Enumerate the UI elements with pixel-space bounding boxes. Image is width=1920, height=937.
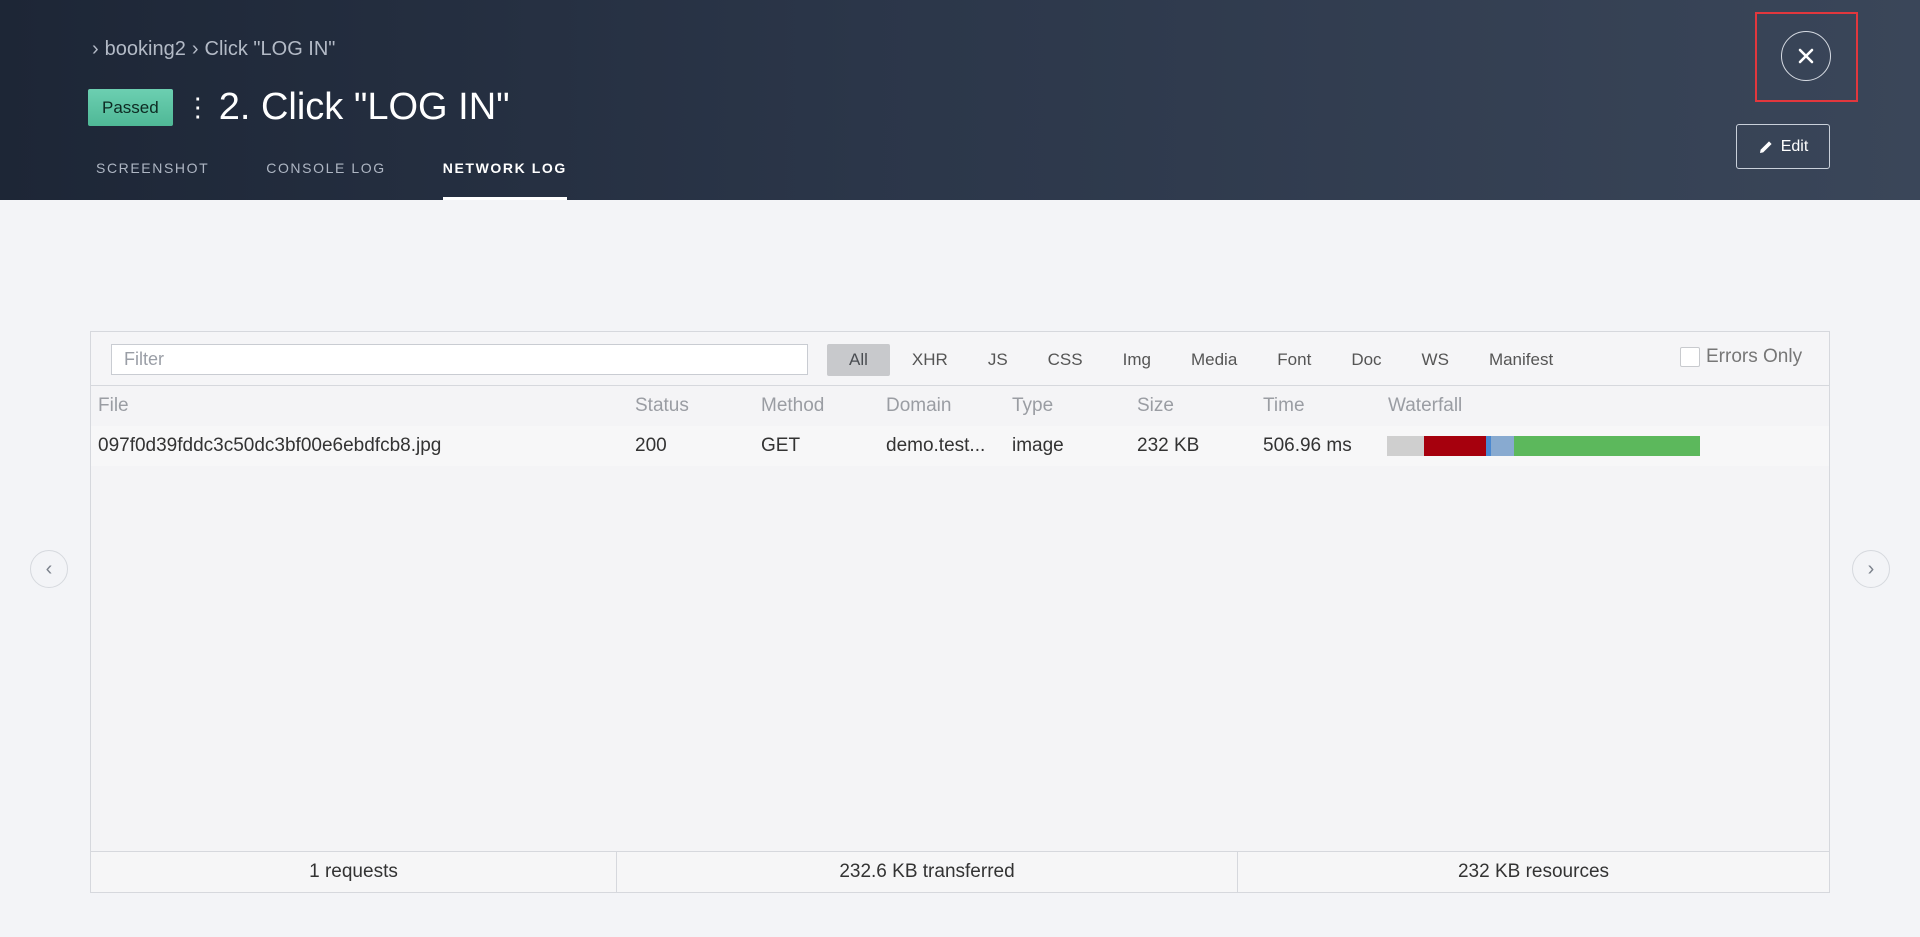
table-row[interactable]: 097f0d39fddc3c50dc3bf00e6ebdfcb8.jpg 200… <box>91 426 1829 466</box>
breadcrumb-item-suite[interactable]: booking2 <box>105 38 186 61</box>
waterfall-bar <box>1387 436 1700 456</box>
tab-console-log[interactable]: CONSOLE LOG <box>266 152 386 200</box>
breadcrumb: › booking2 › Click "LOG IN" <box>92 38 335 61</box>
tab-bar: SCREENSHOT CONSOLE LOG NETWORK LOG <box>96 152 624 200</box>
close-icon <box>1798 48 1814 64</box>
next-step-button[interactable]: › <box>1852 550 1890 588</box>
filter-ws[interactable]: WS <box>1404 344 1467 376</box>
column-domain[interactable]: Domain <box>886 395 951 417</box>
cell-size: 232 KB <box>1137 435 1200 456</box>
tab-network-log[interactable]: NETWORK LOG <box>442 152 568 200</box>
waterfall-segment-receive <box>1514 436 1700 456</box>
page-title: 2. Click "LOG IN" <box>218 86 510 128</box>
cell-file: 097f0d39fddc3c50dc3bf00e6ebdfcb8.jpg <box>98 435 442 456</box>
filter-xhr[interactable]: XHR <box>894 344 966 376</box>
filter-img[interactable]: Img <box>1105 344 1169 376</box>
chevron-right-icon: › <box>92 38 99 60</box>
breadcrumb-item-step: Click "LOG IN" <box>204 38 336 60</box>
network-log-panel: All XHR JS CSS Img Media Font Doc WS Man… <box>90 331 1830 893</box>
column-status[interactable]: Status <box>635 395 689 417</box>
waterfall-segment-connect <box>1424 436 1486 456</box>
column-file[interactable]: File <box>98 395 129 417</box>
pencil-icon <box>1759 140 1772 153</box>
kebab-menu-icon[interactable]: ⋮ <box>185 92 211 123</box>
status-badge: Passed <box>88 89 173 126</box>
edit-label: Edit <box>1780 137 1809 155</box>
filter-manifest[interactable]: Manifest <box>1471 344 1571 376</box>
close-button[interactable] <box>1781 31 1831 81</box>
column-time[interactable]: Time <box>1263 395 1305 417</box>
summary-transferred: 232.6 KB transferred <box>617 852 1238 892</box>
cell-type: image <box>1012 435 1064 456</box>
column-type[interactable]: Type <box>1012 395 1053 417</box>
cell-status: 200 <box>635 435 667 456</box>
tab-screenshot[interactable]: SCREENSHOT <box>96 152 209 200</box>
column-size[interactable]: Size <box>1137 395 1174 417</box>
errors-only-checkbox[interactable] <box>1680 347 1700 367</box>
network-summary: 1 requests 232.6 KB transferred 232 KB r… <box>91 851 1829 892</box>
cell-method: GET <box>761 435 801 456</box>
waterfall-segment-queued <box>1387 436 1424 456</box>
summary-resources: 232 KB resources <box>1457 861 1610 882</box>
filter-all[interactable]: All <box>827 344 890 376</box>
network-toolbar: All XHR JS CSS Img Media Font Doc WS Man… <box>91 332 1829 386</box>
previous-step-button[interactable]: ‹ <box>30 550 68 588</box>
filter-css[interactable]: CSS <box>1030 344 1101 376</box>
table-header: File Status Method Domain Type Size Time… <box>91 386 1829 426</box>
edit-button[interactable]: Edit <box>1736 124 1830 169</box>
waterfall-segment-wait <box>1491 436 1514 456</box>
cell-domain: demo.test... <box>886 435 986 456</box>
filter-doc[interactable]: Doc <box>1333 344 1399 376</box>
summary-requests: 1 requests <box>91 852 617 892</box>
chevron-left-icon: ‹ <box>45 557 53 580</box>
type-filter-group: All XHR JS CSS Img Media Font Doc WS Man… <box>827 344 1575 376</box>
chevron-right-icon: › <box>1867 557 1875 580</box>
filter-media[interactable]: Media <box>1173 344 1255 376</box>
chevron-right-icon: › <box>191 38 199 60</box>
title-row: Passed ⋮ 2. Click "LOG IN" <box>88 86 510 129</box>
filter-input[interactable] <box>111 344 808 375</box>
filter-font[interactable]: Font <box>1259 344 1329 376</box>
step-header: › booking2 › Click "LOG IN" Passed ⋮ 2. … <box>0 0 1920 200</box>
errors-only-toggle[interactable]: Errors Only <box>1680 346 1802 368</box>
filter-js[interactable]: JS <box>970 344 1026 376</box>
column-waterfall[interactable]: Waterfall <box>1388 395 1462 417</box>
errors-only-label: Errors Only <box>1706 346 1803 367</box>
cell-time: 506.96 ms <box>1263 435 1352 456</box>
column-method[interactable]: Method <box>761 395 824 417</box>
